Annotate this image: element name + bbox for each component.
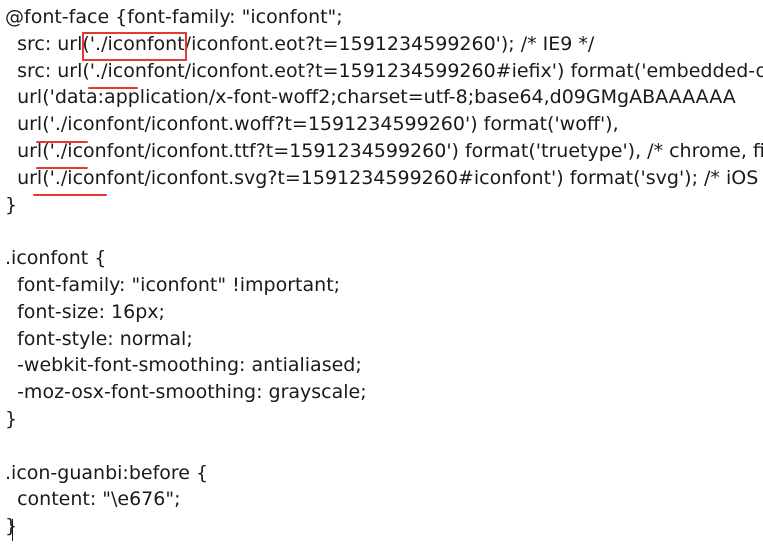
code-line-3: src: url('./iconfont/iconfont.eot?t=1591…	[17, 59, 763, 82]
code-line-12: font-size: 16px;	[5, 300, 165, 323]
code-line-5: url('./iconfont/iconfont.woff?t=15912345…	[5, 113, 619, 136]
code-line-11: font-family: "iconfont" !important;	[5, 273, 341, 296]
code-line-4: url('data:application/x-font-woff2;chars…	[5, 86, 736, 109]
code-line-16: }	[5, 407, 18, 430]
code-line-19: content: "\e676";	[5, 488, 181, 511]
code-line-7: url('./iconfont/iconfont.svg?t=159123459…	[5, 166, 763, 189]
code-line-1: @font-face {font-family: "iconfont";	[5, 6, 343, 28]
code-line-10: .iconfont {	[5, 247, 107, 270]
code-line-18: .icon-guanbi:before {	[5, 461, 209, 484]
code-line-15: -moz-osx-font-smoothing: grayscale;	[5, 381, 367, 404]
code-line-2: src: url('./iconfont/iconfont.eot?t=1591…	[5, 32, 595, 55]
code-line-8: }	[5, 193, 18, 216]
code-lines: @font-face {font-family: "iconfont"; src…	[5, 4, 763, 540]
code-line-13: font-style: normal;	[5, 327, 193, 350]
code-editor[interactable]: @font-face {font-family: "iconfont"; src…	[0, 0, 763, 559]
code-line-20: }	[5, 513, 763, 540]
code-line-14: -webkit-font-smoothing: antialiased;	[5, 354, 362, 377]
text-cursor	[12, 519, 13, 541]
code-line-6: url('./iconfont/iconfont.ttf?t=159123459…	[17, 139, 763, 162]
